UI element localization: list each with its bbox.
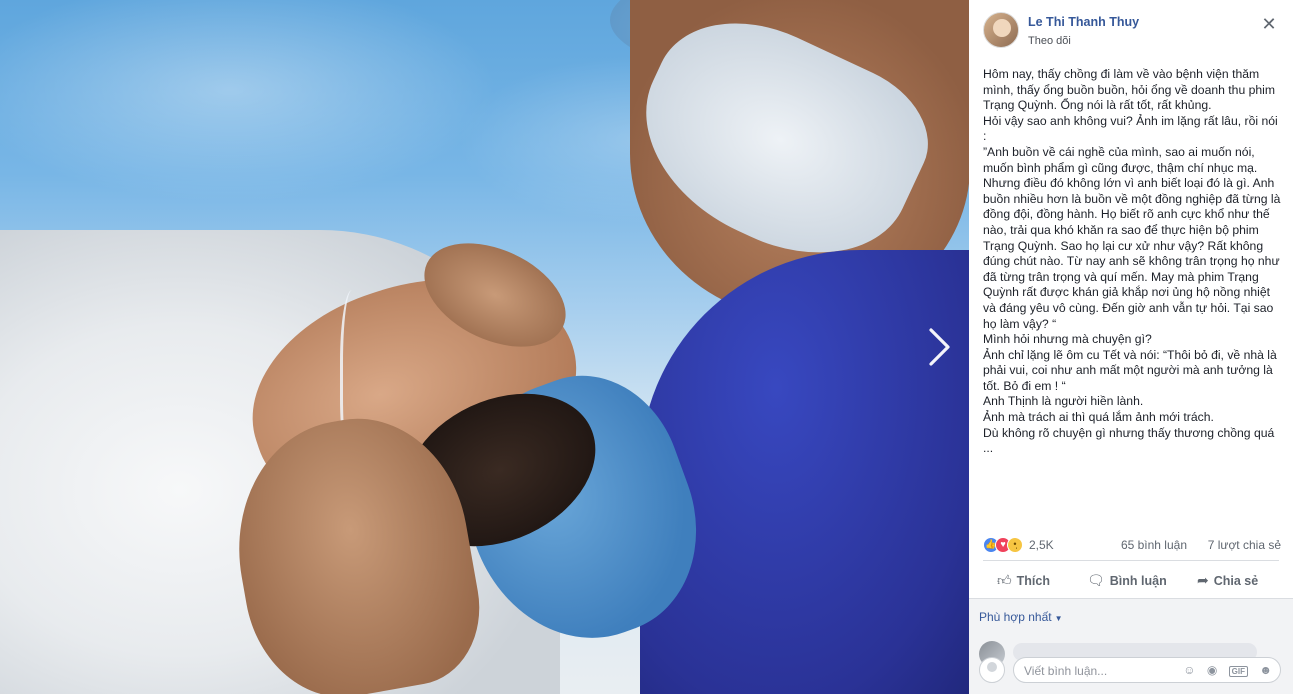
post-paragraph: Mình hỏi nhưng mà chuyện gì? bbox=[983, 332, 1152, 347]
post-paragraph: Anh Thịnh là người hiền lành. bbox=[983, 394, 1144, 409]
comment-sort-dropdown[interactable]: Phù hợp nhất ▼ bbox=[979, 610, 1063, 624]
post-panel: Le Thi Thanh Thuy Theo dõi ✕ Hôm nay, th… bbox=[969, 0, 1293, 694]
photo-viewer[interactable] bbox=[0, 0, 969, 694]
post-paragraph: Ảnh mà trách ai thì quá lắm ảnh mới trác… bbox=[983, 410, 1214, 425]
composer-tools: ☺ ◉ GIF ☻ bbox=[1175, 663, 1272, 679]
camera-icon[interactable]: ◉ bbox=[1207, 663, 1217, 677]
post-paragraph: Dù không rõ chuyện gì nhưng thấy thương … bbox=[983, 425, 1275, 456]
share-arrow-icon: ➦ bbox=[1197, 572, 1209, 588]
like-button[interactable]: 👍︎ Thích bbox=[997, 563, 1050, 597]
like-label: Thích bbox=[1016, 574, 1050, 588]
comment-label: Bình luận bbox=[1109, 574, 1167, 588]
share-count[interactable]: 7 lượt chia sẻ bbox=[1208, 538, 1281, 552]
reaction-count[interactable]: 2,5K bbox=[1029, 538, 1054, 552]
close-icon: ✕ bbox=[1261, 14, 1277, 34]
post-actions: 👍︎ Thích 🗨︎ Bình luận ➦ Chia sẻ bbox=[983, 563, 1279, 597]
next-photo-button[interactable] bbox=[922, 326, 954, 368]
comments-section: Phù hợp nhất ▼ Viết bình luận... ☺ ◉ GIF … bbox=[969, 599, 1293, 694]
reaction-icons[interactable]: 👍 ♥ •̩ bbox=[983, 537, 1027, 553]
post-paragraph: Hôm nay, thấy chồng đi làm về vào bệnh v… bbox=[983, 67, 1276, 113]
sad-reaction-icon: •̩ bbox=[1007, 537, 1023, 553]
share-label: Chia sẻ bbox=[1213, 574, 1259, 588]
comment-composer: Viết bình luận... ☺ ◉ GIF ☻ bbox=[979, 655, 1283, 685]
sticker-icon[interactable]: ☻ bbox=[1259, 663, 1272, 677]
speech-bubble-icon: 🗨︎ bbox=[1087, 572, 1105, 588]
close-button[interactable]: ✕ bbox=[1259, 14, 1279, 34]
post-text: Hôm nay, thấy chồng đi làm về vào bệnh v… bbox=[983, 67, 1283, 457]
chevron-right-icon bbox=[929, 328, 950, 366]
comment-count[interactable]: 65 bình luận bbox=[1121, 538, 1187, 552]
gif-icon[interactable]: GIF bbox=[1228, 666, 1249, 677]
smiley-icon[interactable]: ☺ bbox=[1183, 663, 1195, 677]
share-button[interactable]: ➦ Chia sẻ bbox=[1197, 563, 1258, 597]
follow-link[interactable]: Theo dõi bbox=[1028, 35, 1071, 47]
comment-input-placeholder: Viết bình luận... bbox=[1024, 664, 1108, 678]
comment-button[interactable]: 🗨︎ Bình luận bbox=[1087, 563, 1167, 597]
post-header: Le Thi Thanh Thuy Theo dõi ✕ bbox=[969, 0, 1293, 62]
post-paragraph: ”Anh buồn về cái nghề của mình, sao ai m… bbox=[983, 144, 1281, 331]
comment-input[interactable]: Viết bình luận... ☺ ◉ GIF ☻ bbox=[1013, 657, 1281, 683]
author-name[interactable]: Le Thi Thanh Thuy bbox=[1028, 15, 1139, 29]
reactions-bar: 👍 ♥ •̩ 2,5K 65 bình luận 7 lượt chia sẻ bbox=[983, 536, 1281, 554]
post-paragraph: Hỏi vậy sao anh không vui? Ảnh im lặng r… bbox=[983, 113, 1278, 144]
thumbs-up-icon: 👍︎ bbox=[997, 572, 1012, 588]
my-avatar bbox=[979, 657, 1005, 683]
divider bbox=[983, 560, 1279, 561]
post-paragraph: Ảnh chỉ lặng lẽ ôm cu Tết và nói: “Thôi … bbox=[983, 347, 1277, 393]
author-avatar[interactable] bbox=[983, 12, 1019, 48]
caret-down-icon: ▼ bbox=[1054, 614, 1063, 623]
sort-label: Phù hợp nhất bbox=[979, 610, 1052, 624]
